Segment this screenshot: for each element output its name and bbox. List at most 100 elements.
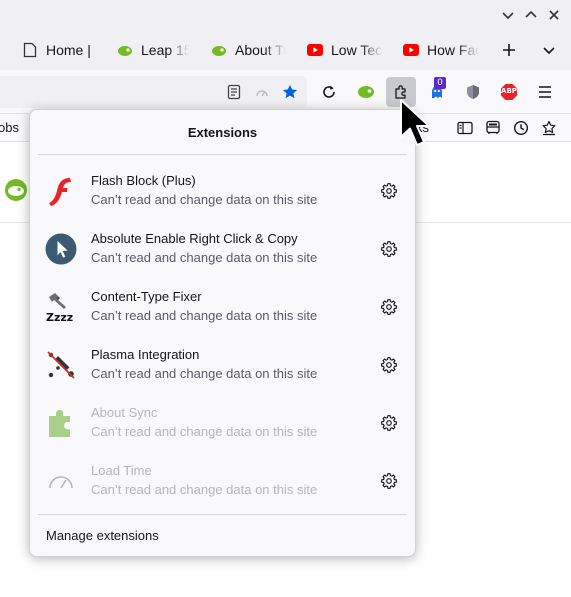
chevron-down-icon [543,47,555,55]
speedometer-icon [256,90,268,97]
panel-separator [38,514,407,515]
star-filled-icon [282,84,298,99]
url-bar[interactable] [0,76,307,108]
extension-name: Content-Type Fixer [91,289,202,304]
manage-extensions-button[interactable]: Manage extensions [38,520,407,550]
reload-button[interactable] [315,78,343,106]
tab-title: Leap 15. [141,42,189,58]
clock-icon [513,120,529,136]
gear-icon [381,473,397,489]
puzzle-piece-icon [395,85,406,99]
tab-leap[interactable]: Leap 15. [117,34,189,66]
opensuse-icon [358,86,374,98]
reader-view-button[interactable] [220,78,248,106]
save-to-pocket-button[interactable] [479,114,507,142]
panel-title: Extensions [187,124,258,140]
tab-bar: Home | Leap 15. About Tu Low Tec How Fac [0,30,571,70]
extension-settings-button[interactable] [377,411,401,435]
extension-permission-text: Can’t read and change data on this site [91,250,318,265]
close-button[interactable] [544,5,564,25]
shield-extension-button[interactable] [459,78,487,106]
extension-permission-text: Can’t read and change data on this site [91,424,318,439]
sidebar-button[interactable] [451,114,479,142]
opensuse-icon [117,42,133,58]
extension-item-about-sync[interactable]: About Sync Can’t read and change data on… [38,394,407,452]
plasma-icon [45,349,77,381]
bus-icon [486,120,500,134]
sidebar-icon [457,121,473,135]
chevron-up-icon [525,10,537,18]
page-icon [22,42,38,58]
opensuse-icon [211,42,227,58]
notification-badge: 0 [434,77,446,89]
history-button[interactable] [507,114,535,142]
puzzle-piece-icon [45,407,77,439]
gear-icon [381,183,397,199]
speedometer-icon [45,465,77,497]
new-tab-button[interactable] [495,36,523,64]
extension-name: Absolute Enable Right Click & Copy [91,231,298,246]
extensions-button[interactable] [386,77,416,107]
extension-permission-text: Can’t read and change data on this site [91,192,318,207]
ghost-extension-button[interactable]: 0 [423,77,451,106]
gear-icon [381,241,397,257]
gear-icon [381,357,397,373]
extension-name: Plasma Integration [91,347,200,362]
close-icon [549,10,559,20]
adblock-plus-label: ABP [501,87,517,95]
extension-settings-button[interactable] [377,295,401,319]
extension-permission-text: Can’t read and change data on this site [91,366,318,381]
chevron-down-icon [502,12,514,20]
reader-view-icon [227,84,241,100]
gear-icon [381,415,397,431]
extension-settings-button[interactable] [377,353,401,377]
extension-item-load-time[interactable]: Load Time Can’t read and change data on … [38,452,407,510]
youtube-icon [403,42,419,58]
navigation-bar: 0 ABP [0,70,571,114]
maximize-button[interactable] [521,5,541,25]
svg-text:Zzzz: Zzzz [46,311,73,323]
flash-icon [45,175,77,207]
tab-home[interactable]: Home | [22,34,96,66]
extension-permission-text: Can’t read and change data on this site [91,482,318,497]
star-tray-icon [542,120,556,136]
extension-settings-button[interactable] [377,179,401,203]
page-load-indicator [248,78,276,106]
extension-item-absolute-enable-right-click[interactable]: Absolute Enable Right Click & Copy Can’t… [38,220,407,278]
tab-low-tech[interactable]: Low Tec [307,34,383,66]
hammer-zzzz-icon: Zzzz [45,291,77,323]
title-bar [0,0,571,30]
tab-about[interactable]: About Tu [211,34,286,66]
tab-title: About Tu [235,42,286,58]
extension-settings-button[interactable] [377,469,401,493]
extension-name: Flash Block (Plus) [91,173,196,188]
hamburger-menu-icon [539,86,551,98]
tab-title: Home | [46,42,91,58]
tab-how-fac[interactable]: How Fac [403,34,479,66]
extension-settings-button[interactable] [377,237,401,261]
extension-item-flash-block[interactable]: Flash Block (Plus) Can’t read and change… [38,162,407,220]
extensions-panel: Extensions Flash Block (Plus) Can’t read… [29,109,416,557]
opensuse-logo-icon [5,179,27,201]
youtube-icon [307,42,323,58]
bookmark-item[interactable]: obs [0,120,19,135]
reload-icon [323,85,335,98]
list-all-tabs-button[interactable] [535,36,563,64]
tab-title: Low Tec [331,42,383,58]
bookmark-item[interactable]: ks [416,120,429,135]
plus-icon [503,44,515,56]
minimize-button[interactable] [498,5,518,25]
opensuse-extension-button[interactable] [352,78,380,106]
gear-icon [381,299,397,315]
extension-name: About Sync [91,405,158,420]
adblock-plus-button[interactable]: ABP [495,78,523,106]
app-menu-button[interactable] [531,78,559,106]
extension-item-content-type-fixer[interactable]: Zzzz Content-Type Fixer Can’t read and c… [38,278,407,336]
extension-item-plasma-integration[interactable]: Plasma Integration Can’t read and change… [38,336,407,394]
bookmarks-menu-button[interactable] [535,114,563,142]
bookmark-star-button[interactable] [276,78,304,106]
panel-separator [38,154,407,155]
tab-title: How Fac [427,42,479,58]
shield-icon [467,85,479,99]
extension-name: Load Time [91,463,152,478]
